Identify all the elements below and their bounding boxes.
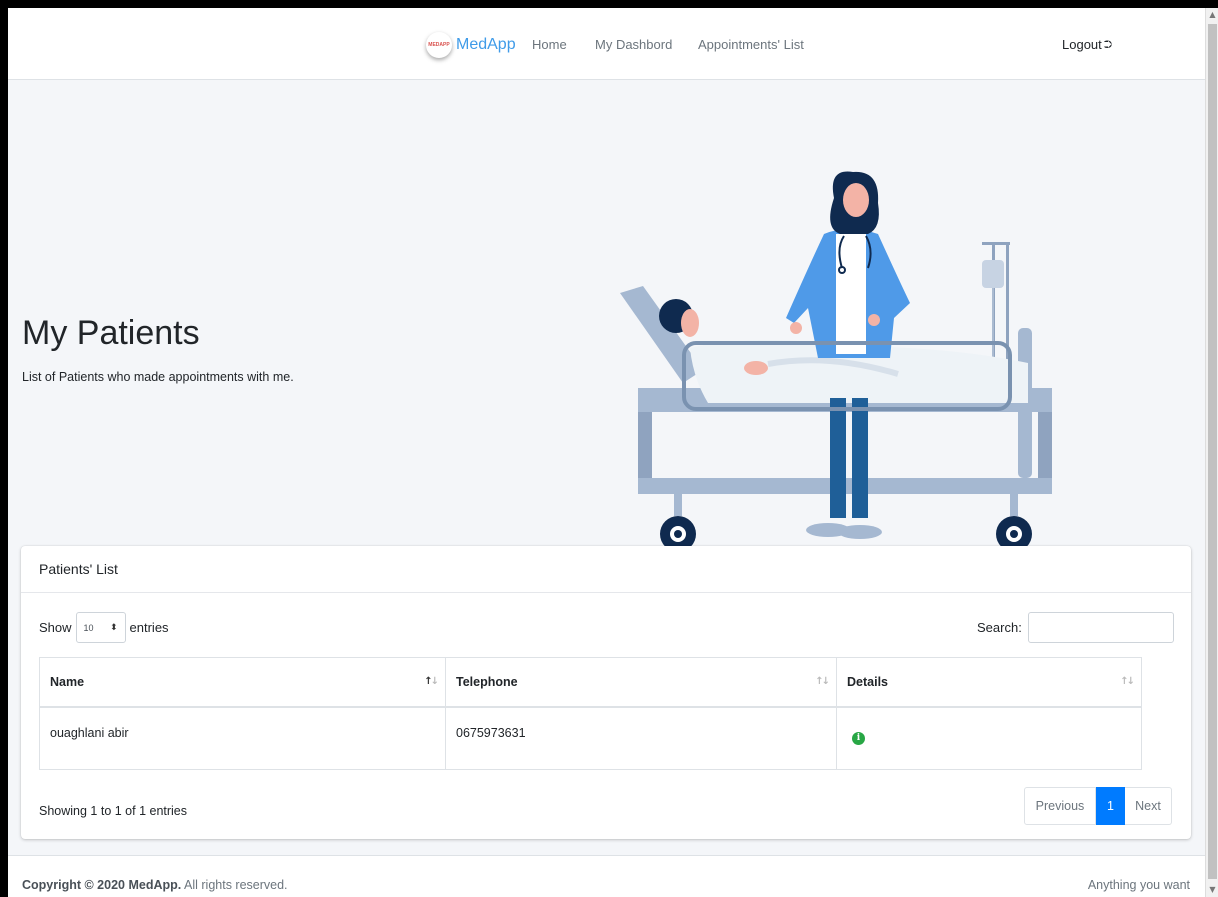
logo-text: MEDAPP [428,42,450,48]
patients-card: Patients' List Show 10 ⬍ entries Search:… [21,546,1191,839]
scroll-down-arrow-icon[interactable]: ▼ [1206,883,1218,897]
page-button-current[interactable]: 1 [1096,787,1125,825]
column-label: Name [50,674,85,689]
copyright-brand: Copyright © 2020 MedApp. [22,878,182,892]
table-header-row: Name ↑↓ Telephone ↑↓ Details ↑↓ [39,657,1142,708]
sort-icon: ↑↓ [1120,676,1135,687]
entries-per-page-value: 10 [83,622,94,633]
column-header-telephone[interactable]: Telephone ↑↓ [445,657,837,708]
nav-link-home[interactable]: Home [532,37,567,52]
entries-label: entries [129,620,169,635]
search-input[interactable] [1027,612,1174,643]
entries-length-control: Show 10 ⬍ entries [39,612,169,643]
table-search-control: Search: [977,612,1174,643]
card-title: Patients' List [21,546,1191,593]
logout-label: Logout [1062,37,1102,52]
pagination: Previous 1 Next [1024,787,1172,825]
page-subtitle: List of Patients who made appointments w… [22,370,294,384]
cell-name: ouaghlani abir [39,706,446,770]
nav-link-appointments[interactable]: Appointments' List [698,37,804,52]
footer-copyright: Copyright © 2020 MedApp. All rights rese… [22,878,288,892]
cell-telephone: 0675973631 [445,706,837,770]
top-navbar: MEDAPP MedApp Home My Dashbord Appointme… [8,8,1205,80]
column-label: Telephone [456,674,518,689]
sign-out-icon: ⮊ [1103,37,1113,51]
copyright-rights: All rights reserved. [181,878,288,892]
browser-viewport: MEDAPP MedApp Home My Dashbord Appointme… [8,8,1205,897]
vertical-scrollbar[interactable]: ▲ ▼ [1205,8,1218,897]
column-label: Details [847,674,888,689]
brand-name: MedApp [456,36,516,53]
search-label: Search: [977,620,1022,635]
page-title: My Patients [22,314,200,352]
info-icon[interactable]: i [852,731,865,745]
cell-details: i [836,706,1142,770]
next-page-button[interactable]: Next [1125,787,1172,825]
show-label: Show [39,620,72,635]
sort-ascending-icon: ↑↓ [424,676,439,687]
previous-page-button[interactable]: Previous [1024,787,1096,825]
select-caret-icon: ⬍ [109,622,118,633]
table-row: ouaghlani abir 0675973631 i [39,706,1142,770]
scroll-thumb[interactable] [1208,24,1217,879]
logout-link[interactable]: Logout ⮊ [1062,37,1112,52]
column-header-details[interactable]: Details ↑↓ [836,657,1142,708]
footer-right-text: Anything you want [1087,878,1190,892]
doctor-patient-illustration [620,171,1052,552]
scroll-up-arrow-icon[interactable]: ▲ [1206,8,1218,22]
column-header-name[interactable]: Name ↑↓ [39,657,446,708]
brand-link[interactable]: MEDAPP MedApp [426,25,516,65]
nav-link-dashboard[interactable]: My Dashbord [595,37,672,52]
sort-icon: ↑↓ [815,676,830,687]
medapp-logo: MEDAPP [426,32,452,58]
entries-per-page-select[interactable]: 10 ⬍ [75,612,126,643]
table-info: Showing 1 to 1 of 1 entries [39,804,188,818]
patients-table: Name ↑↓ Telephone ↑↓ Details ↑↓ ouaghlan… [39,657,1142,770]
footer: Copyright © 2020 MedApp. All rights rese… [8,855,1205,897]
